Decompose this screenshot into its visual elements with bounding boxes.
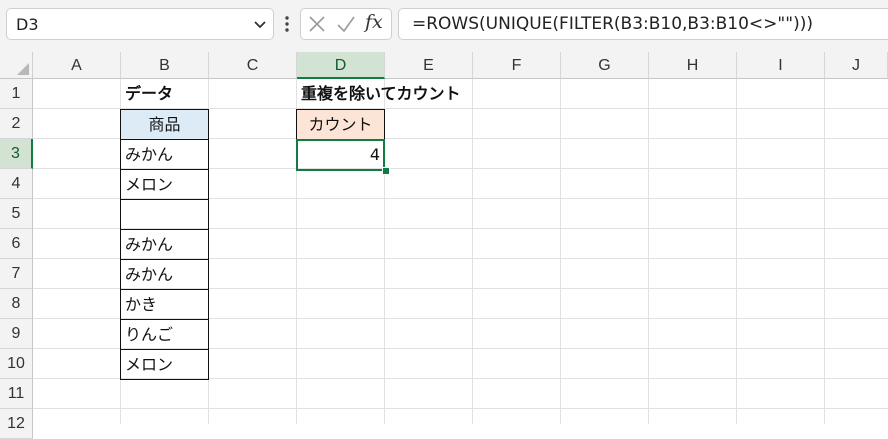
- column-header-c[interactable]: C: [209, 52, 297, 79]
- row-header-4[interactable]: 4: [0, 169, 33, 199]
- cell-b9[interactable]: りんご: [120, 319, 209, 350]
- row-header-7[interactable]: 7: [0, 259, 33, 289]
- column-header-a[interactable]: A: [33, 52, 121, 79]
- cell-b6[interactable]: みかん: [120, 229, 209, 260]
- cell-b1[interactable]: データ: [121, 79, 241, 109]
- select-all-button[interactable]: [0, 52, 33, 79]
- row-header-1[interactable]: 1: [0, 79, 33, 109]
- row-header-9[interactable]: 9: [0, 319, 33, 349]
- row-header-8[interactable]: 8: [0, 289, 33, 319]
- column-header-h[interactable]: H: [649, 52, 737, 79]
- formula-bar: D3 fx =ROWS(UNIQUE(FILTER(B3:B10,B3:B10<…: [0, 0, 888, 52]
- fx-icon[interactable]: fx: [365, 11, 389, 37]
- formula-text: =ROWS(UNIQUE(FILTER(B3:B10,B3:B10<>""))): [412, 14, 813, 34]
- cell-b5[interactable]: [120, 199, 209, 230]
- chevron-down-icon[interactable]: [253, 14, 267, 34]
- cell-b3[interactable]: みかん: [120, 139, 209, 170]
- cell-d1[interactable]: 重複を除いてカウント: [297, 79, 497, 109]
- row-header-2[interactable]: 2: [0, 109, 33, 139]
- fill-handle[interactable]: [382, 167, 390, 175]
- row-header-6[interactable]: 6: [0, 229, 33, 259]
- formula-buttons: fx: [300, 8, 392, 40]
- cell-b2[interactable]: 商品: [120, 109, 209, 140]
- column-header-f[interactable]: F: [473, 52, 561, 79]
- cell-b8[interactable]: かき: [120, 289, 209, 320]
- cell-d2[interactable]: カウント: [296, 109, 385, 140]
- cell-b10[interactable]: メロン: [120, 349, 209, 380]
- column-header-i[interactable]: I: [737, 52, 825, 79]
- formula-input[interactable]: =ROWS(UNIQUE(FILTER(B3:B10,B3:B10<>""))): [398, 8, 888, 40]
- grid-line: [736, 79, 737, 424]
- cell-b4[interactable]: メロン: [120, 169, 209, 200]
- active-cell-border: [296, 139, 385, 171]
- more-options-icon[interactable]: [282, 13, 292, 35]
- grid-line: [472, 79, 473, 424]
- name-box[interactable]: D3: [6, 8, 274, 40]
- column-header-b[interactable]: B: [121, 52, 209, 79]
- grid-line: [648, 79, 649, 424]
- enter-icon[interactable]: [336, 15, 356, 33]
- row-header-10[interactable]: 10: [0, 349, 33, 379]
- column-header-g[interactable]: G: [561, 52, 649, 79]
- row-header-5[interactable]: 5: [0, 199, 33, 229]
- row-header-11[interactable]: 11: [0, 379, 33, 409]
- row-header-3[interactable]: 3: [0, 139, 33, 169]
- column-header-e[interactable]: E: [385, 52, 473, 79]
- select-all-icon: [17, 63, 29, 75]
- row-header-12[interactable]: 12: [0, 409, 33, 439]
- grid-line: [560, 79, 561, 424]
- column-header-d[interactable]: D: [297, 52, 385, 79]
- cancel-icon[interactable]: [308, 15, 326, 33]
- cell-b7[interactable]: みかん: [120, 259, 209, 290]
- grid-line: [33, 408, 888, 409]
- grid-line: [824, 79, 825, 424]
- column-header-j[interactable]: J: [825, 52, 888, 79]
- name-box-value: D3: [16, 15, 39, 34]
